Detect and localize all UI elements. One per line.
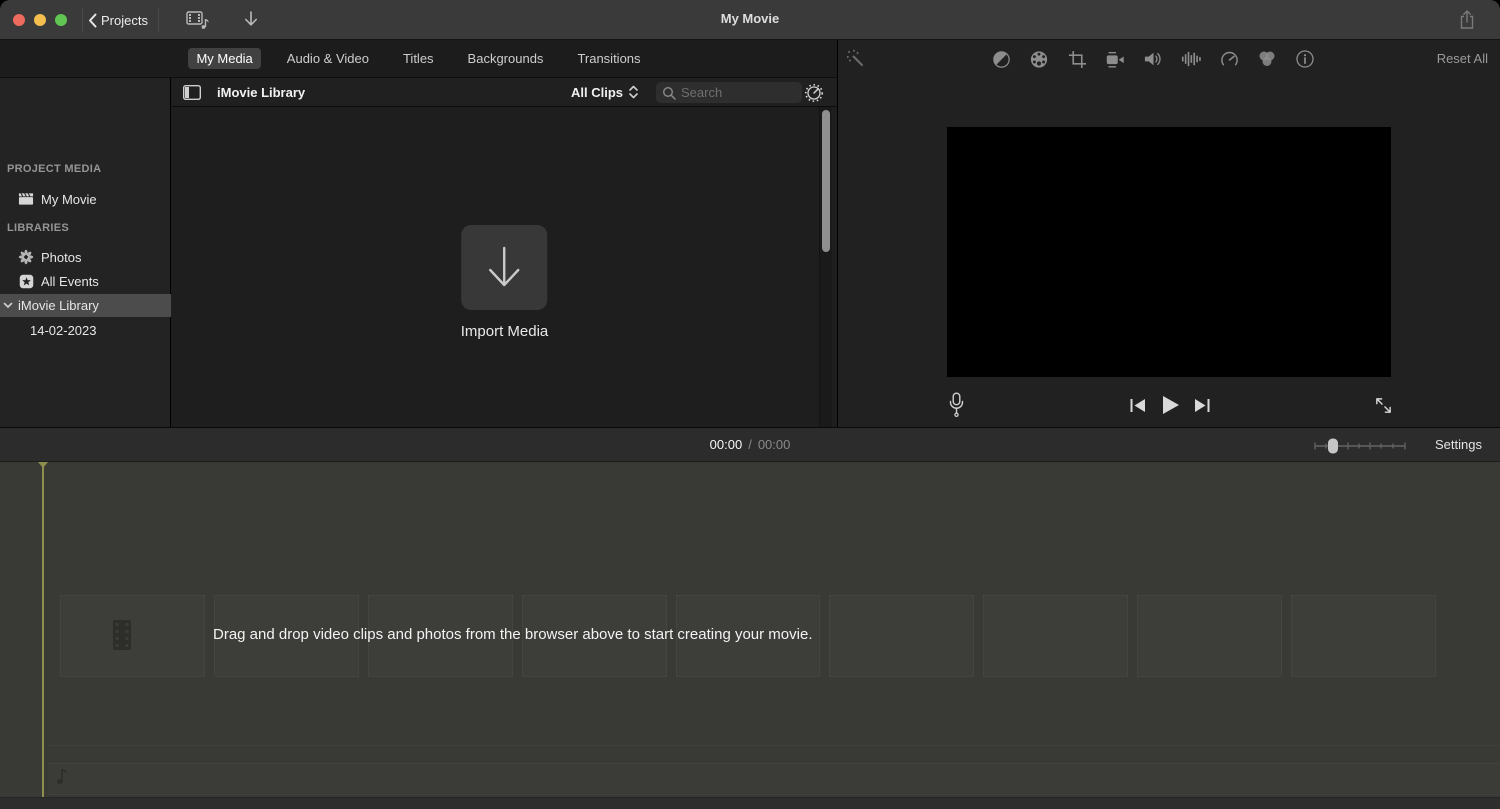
toolbar-divider (158, 8, 159, 32)
media-tabs: My Media Audio & Video Titles Background… (0, 40, 837, 78)
total-duration: 00:00 (758, 437, 791, 452)
sidebar-item-all-events[interactable]: All Events (0, 269, 171, 293)
timeline[interactable]: Drag and drop video clips and photos fro… (0, 462, 1500, 809)
skip-forward-icon[interactable] (1194, 398, 1211, 413)
chevron-left-icon (88, 13, 97, 28)
project-media-header: PROJECT MEDIA (7, 163, 101, 175)
libraries-header: LIBRARIES (7, 222, 69, 234)
media-browser-icon[interactable] (186, 10, 210, 30)
current-time: 00:00 (710, 437, 743, 452)
timeline-zoom-slider[interactable] (1314, 438, 1406, 454)
adjust-toolbar: Reset All (838, 40, 1500, 78)
clip-placeholder-slot (829, 595, 974, 677)
reset-all-button[interactable]: Reset All (1437, 51, 1488, 66)
import-media-label: Import Media (461, 323, 549, 340)
noise-reduction-icon[interactable] (1180, 50, 1202, 68)
search-icon (662, 86, 676, 100)
share-icon[interactable] (1458, 9, 1476, 30)
scrollbar-thumb[interactable] (822, 110, 830, 252)
chevron-down-icon[interactable] (3, 302, 13, 309)
filmstrip-icon (112, 619, 132, 651)
tab-backgrounds[interactable]: Backgrounds (460, 48, 552, 69)
clapperboard-icon (18, 192, 34, 206)
crop-icon[interactable] (1066, 50, 1088, 69)
search-input[interactable] (681, 85, 796, 100)
sidebar-item-label: 14-02-2023 (30, 323, 97, 338)
zoom-window-button[interactable] (55, 14, 67, 26)
timeline-bottom-strip (0, 797, 1500, 809)
clip-appearance-settings-icon[interactable] (804, 83, 824, 103)
playhead[interactable] (42, 462, 44, 797)
back-button-label: Projects (101, 13, 148, 28)
playback-controls (838, 387, 1500, 427)
sidebar-item-label: All Events (41, 274, 99, 289)
browser-title: iMovie Library (217, 85, 305, 100)
play-icon[interactable] (1160, 395, 1180, 415)
tab-transitions[interactable]: Transitions (569, 48, 648, 69)
time-separator: / (748, 437, 752, 452)
audio-guide-line (48, 745, 1500, 746)
time-display: 00:00 / 00:00 (710, 437, 791, 452)
minimize-window-button[interactable] (34, 14, 46, 26)
sidebar: PROJECT MEDIA My Movie LIBRARIES (0, 78, 171, 427)
title-bar: Projects My Movie (0, 0, 1500, 40)
clip-placeholder-slot (983, 595, 1128, 677)
sidebar-item-photos[interactable]: Photos (0, 245, 171, 269)
sidebar-item-my-movie[interactable]: My Movie (0, 187, 171, 211)
fullscreen-icon[interactable] (1374, 396, 1393, 415)
clip-placeholder-slot (1137, 595, 1282, 677)
import-arrow-icon (483, 244, 525, 292)
timeline-toolbar: 00:00 / 00:00 Settings (0, 427, 1500, 462)
window-title: My Movie (721, 11, 780, 26)
photos-flower-icon (18, 249, 34, 265)
back-to-projects-button[interactable]: Projects (88, 9, 148, 31)
media-browser: iMovie Library All Clips (172, 78, 837, 427)
import-icon[interactable] (243, 10, 259, 29)
info-icon[interactable] (1294, 49, 1316, 69)
skip-back-icon[interactable] (1129, 398, 1146, 413)
search-box[interactable] (656, 82, 802, 103)
import-media-button[interactable] (461, 225, 547, 310)
timeline-settings-button[interactable]: Settings (1435, 437, 1482, 452)
color-correction-icon[interactable] (1028, 49, 1050, 70)
tab-titles[interactable]: Titles (395, 48, 442, 69)
clips-filter-value: All Clips (571, 85, 623, 100)
tab-my-media[interactable]: My Media (188, 48, 260, 69)
sidebar-item-event-date[interactable]: 14-02-2023 (0, 318, 171, 342)
music-note-icon (56, 768, 69, 785)
stabilization-icon[interactable] (1104, 50, 1126, 69)
clip-filter-icon[interactable] (1256, 49, 1278, 69)
sidebar-item-label: iMovie Library (18, 298, 99, 313)
close-window-button[interactable] (13, 14, 25, 26)
sidebar-item-label: My Movie (41, 192, 97, 207)
audio-track-lane (48, 763, 1500, 795)
voiceover-mic-icon[interactable] (948, 392, 965, 418)
tab-audio-video[interactable]: Audio & Video (279, 48, 377, 69)
timeline-empty-message: Drag and drop video clips and photos fro… (213, 626, 812, 643)
preview-pane: Reset All (837, 40, 1500, 427)
auto-enhance-icon[interactable] (846, 49, 866, 69)
speed-icon[interactable] (1218, 49, 1240, 69)
transport-controls (1129, 395, 1211, 415)
clips-filter-dropdown[interactable]: All Clips (571, 84, 639, 100)
toolbar-divider (82, 8, 83, 32)
browser-header: iMovie Library All Clips (172, 78, 837, 107)
video-viewer[interactable] (947, 127, 1391, 377)
sidebar-item-imovie-library[interactable]: iMovie Library (0, 294, 171, 317)
imovie-window: Projects My Movie My Media (0, 0, 1500, 809)
sidebar-item-label: Photos (41, 250, 81, 265)
sidebar-toggle-icon[interactable] (183, 85, 201, 100)
star-events-icon (18, 274, 34, 289)
color-balance-icon[interactable] (990, 49, 1012, 70)
clip-placeholder-slot (60, 595, 205, 677)
browser-body: Import Media (172, 107, 837, 427)
import-media: Import Media (461, 225, 549, 340)
adjust-icons-group (990, 40, 1316, 78)
clip-placeholder-slot (1291, 595, 1436, 677)
volume-icon[interactable] (1142, 50, 1164, 68)
updown-chevrons-icon (628, 84, 639, 100)
